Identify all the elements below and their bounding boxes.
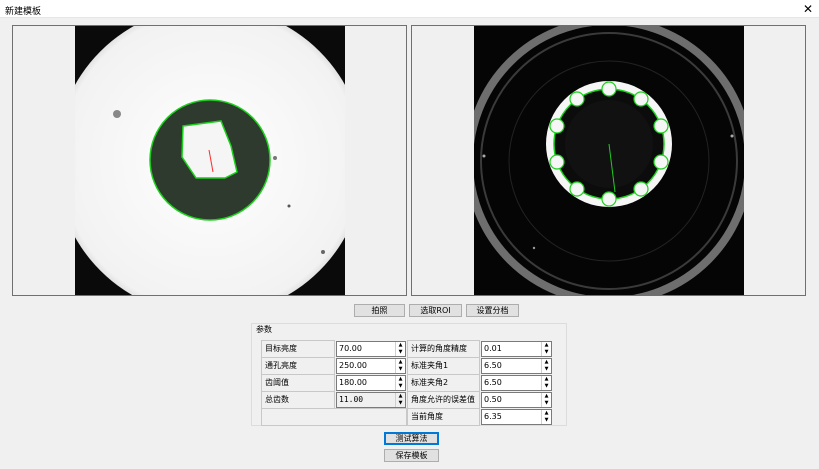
left-image-panel bbox=[12, 6, 407, 316]
std-angle-2-input[interactable]: 6.50 ▲ ▼ bbox=[481, 375, 552, 391]
angle-precision-value: 0.01 bbox=[484, 344, 502, 353]
select-roi-button[interactable]: 选取ROI bbox=[409, 304, 462, 317]
spin-down-icon[interactable]: ▼ bbox=[542, 383, 551, 390]
total-teeth-input[interactable]: 11.00 ▲ ▼ bbox=[336, 392, 406, 408]
spin-down-icon[interactable]: ▼ bbox=[542, 349, 551, 356]
std-angle-2-value: 6.50 bbox=[484, 378, 502, 387]
tooth-threshold-label: 齿阈值 bbox=[265, 378, 289, 387]
params-group-title: 参数 bbox=[255, 324, 273, 335]
spin-up-icon[interactable]: ▲ bbox=[542, 359, 551, 366]
new-template-window: 新建模板 ✕ 拍照 选取ROI 设置分档 参数 目标亮度 通孔亮度 齿阈值 总齿… bbox=[0, 0, 819, 469]
tooth-threshold-value: 180.00 bbox=[339, 378, 367, 387]
spin-down-icon[interactable]: ▼ bbox=[396, 400, 405, 407]
angle-precision-input[interactable]: 0.01 ▲ ▼ bbox=[481, 341, 552, 357]
spin-up-icon[interactable]: ▲ bbox=[542, 376, 551, 383]
std-angle-2-label: 标准夹角2 bbox=[411, 378, 449, 387]
hole-brightness-label: 通孔亮度 bbox=[265, 361, 297, 370]
angle-tolerance-value: 0.50 bbox=[484, 395, 502, 404]
label-cell-target-brightness: 目标亮度 bbox=[261, 340, 335, 358]
std-angle-1-input[interactable]: 6.50 ▲ ▼ bbox=[481, 358, 552, 374]
spin-down-icon[interactable]: ▼ bbox=[396, 349, 405, 356]
spin-down-icon[interactable]: ▼ bbox=[396, 366, 405, 373]
current-angle-input[interactable]: 6.35 ▲ ▼ bbox=[481, 409, 552, 425]
save-template-button[interactable]: 保存模板 bbox=[384, 449, 439, 462]
angle-tolerance-label: 角度允许的误差值 bbox=[411, 395, 475, 404]
window-title: 新建模板 bbox=[5, 7, 42, 17]
label-cell-current-angle: 当前角度 bbox=[407, 408, 480, 426]
spin-down-icon[interactable]: ▼ bbox=[542, 417, 551, 424]
spin-down-icon[interactable]: ▼ bbox=[542, 400, 551, 407]
target-brightness-value: 70.00 bbox=[339, 344, 362, 353]
spin-down-icon[interactable]: ▼ bbox=[542, 366, 551, 373]
spin-up-icon[interactable]: ▲ bbox=[396, 393, 405, 400]
tooth-threshold-input[interactable]: 180.00 ▲ ▼ bbox=[336, 375, 406, 391]
test-algorithm-button[interactable]: 测试算法 bbox=[384, 432, 439, 445]
spin-up-icon[interactable]: ▲ bbox=[542, 393, 551, 400]
angle-tolerance-input[interactable]: 0.50 ▲ ▼ bbox=[481, 392, 552, 408]
label-cell-empty bbox=[261, 408, 407, 426]
label-cell-total-teeth: 总齿数 bbox=[261, 391, 335, 409]
label-cell-hole-brightness: 通孔亮度 bbox=[261, 357, 335, 375]
label-cell-tooth-threshold: 齿阈值 bbox=[261, 374, 335, 392]
spin-up-icon[interactable]: ▲ bbox=[542, 410, 551, 417]
std-angle-1-label: 标准夹角1 bbox=[411, 361, 449, 370]
total-teeth-label: 总齿数 bbox=[265, 395, 289, 404]
target-brightness-label: 目标亮度 bbox=[265, 344, 297, 353]
capture-button[interactable]: 拍照 bbox=[354, 304, 405, 317]
spin-up-icon[interactable]: ▲ bbox=[542, 342, 551, 349]
right-camera-image bbox=[465, 17, 753, 305]
hole-brightness-value: 250.00 bbox=[339, 361, 367, 370]
angle-precision-label: 计算的角度精度 bbox=[411, 344, 467, 353]
set-tooth-button[interactable]: 设置分档 bbox=[466, 304, 519, 317]
total-teeth-value: 11.00 bbox=[339, 395, 364, 404]
close-icon[interactable]: ✕ bbox=[803, 2, 813, 16]
label-cell-angle-tolerance: 角度允许的误差值 bbox=[407, 391, 480, 409]
label-cell-std-angle-1: 标准夹角1 bbox=[407, 357, 480, 375]
label-cell-std-angle-2: 标准夹角2 bbox=[407, 374, 480, 392]
label-cell-angle-precision: 计算的角度精度 bbox=[407, 340, 480, 358]
left-camera-image bbox=[55, 6, 365, 316]
spin-up-icon[interactable]: ▲ bbox=[396, 376, 405, 383]
spin-up-icon[interactable]: ▲ bbox=[396, 342, 405, 349]
target-brightness-input[interactable]: 70.00 ▲ ▼ bbox=[336, 341, 406, 357]
spin-down-icon[interactable]: ▼ bbox=[396, 383, 405, 390]
spin-up-icon[interactable]: ▲ bbox=[396, 359, 405, 366]
std-angle-1-value: 6.50 bbox=[484, 361, 502, 370]
hole-brightness-input[interactable]: 250.00 ▲ ▼ bbox=[336, 358, 406, 374]
right-image-panel bbox=[411, 17, 806, 305]
title-bar: 新建模板 ✕ bbox=[0, 0, 819, 18]
current-angle-label: 当前角度 bbox=[411, 412, 443, 421]
current-angle-value: 6.35 bbox=[484, 412, 502, 421]
